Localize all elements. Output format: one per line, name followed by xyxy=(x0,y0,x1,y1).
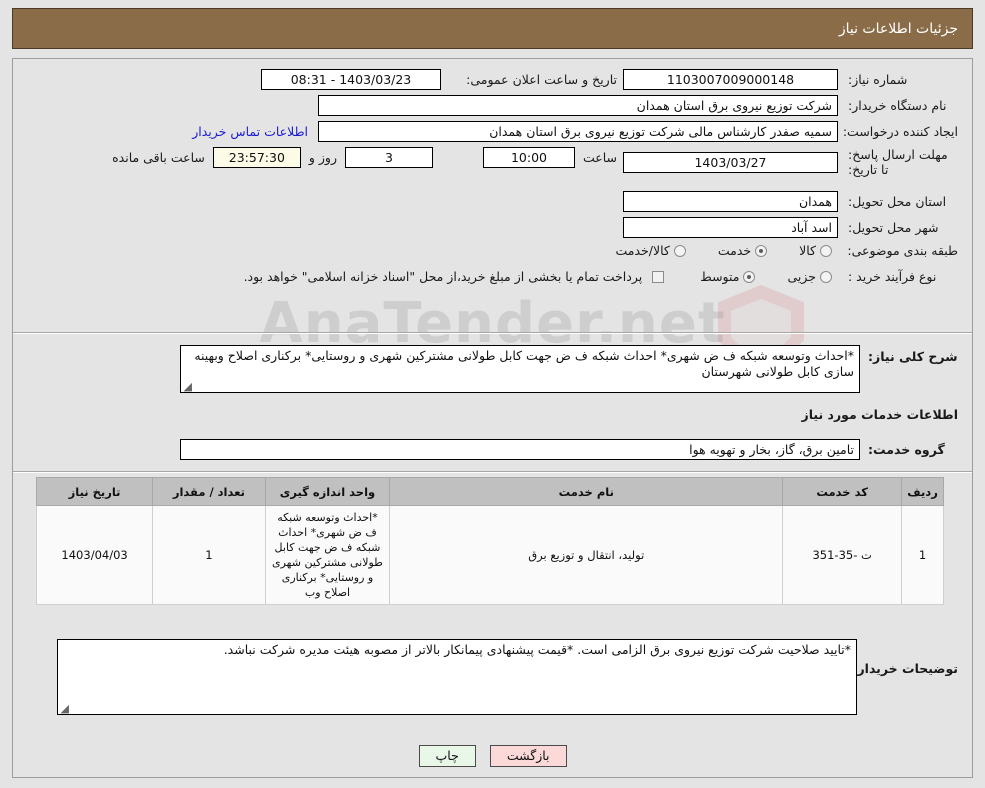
page-title: جزئیات اطلاعات نیاز xyxy=(838,20,958,37)
td-quantity: 1 xyxy=(152,505,266,605)
city-label: شهر محل تحویل: xyxy=(848,220,939,235)
treasury-bond-checkbox-wrap[interactable]: پرداخت تمام یا بخشی از مبلغ خرید،از محل … xyxy=(244,269,669,284)
deadline-date-value: 1403/03/27 xyxy=(623,151,838,173)
purchase-type-label: نوع فرآیند خرید : xyxy=(848,269,937,284)
buyer-notes-textarea[interactable]: *تایید صلاحیت شرکت توزیع نیروی برق الزام… xyxy=(57,639,857,715)
category-option-kala-khedmat[interactable]: کالا/خدمت xyxy=(615,243,689,258)
description-textarea[interactable]: *احداث وتوسعه شبکه ف ض شهری* احداث شبکه … xyxy=(180,345,860,393)
buyer-notes-label: توضیحات خریدار: xyxy=(852,661,958,676)
th-unit: واحد اندازه گیری xyxy=(264,477,391,506)
days-unit-label: روز و xyxy=(308,150,337,165)
service-group-label: گروه خدمت: xyxy=(868,442,945,457)
td-service-name: تولید، انتقال و توزیع برق xyxy=(389,505,784,605)
need-number-value: 1103007009000148 xyxy=(623,69,838,90)
td-need-date: 1403/04/03 xyxy=(35,505,154,605)
field-buyer-notes: توضیحات خریدار: *تایید صلاحیت شرکت توزیع… xyxy=(57,639,958,715)
th-index: ردیف xyxy=(901,477,944,506)
need-number-label: شماره نیاز: xyxy=(848,72,908,87)
field-buyer-org: نام دستگاه خریدار: شرکت توزیع نیروی برق … xyxy=(318,95,958,116)
province-value: همدان xyxy=(623,191,838,212)
radio-icon[interactable] xyxy=(820,270,832,283)
category-radio-group: کالا خدمت کالا/خدمت xyxy=(589,243,836,258)
th-need-date: تاریخ نیاز xyxy=(35,477,154,506)
hour-value: 10:00 xyxy=(482,147,575,168)
th-quantity: تعداد / مقدار xyxy=(152,477,266,506)
resize-grip-icon[interactable]: ◢ xyxy=(183,381,192,392)
radio-icon[interactable] xyxy=(755,244,768,257)
public-announce-value: 1403/03/23 - 08:31 xyxy=(261,69,441,90)
checkbox-icon[interactable] xyxy=(652,270,665,283)
section-divider-2 xyxy=(13,471,972,473)
services-heading: اطلاعات خدمات مورد نیاز xyxy=(801,407,959,422)
purchase-type-radio-group: جزیی متوسط xyxy=(674,269,836,284)
field-purchase-type: نوع فرآیند خرید : جزیی متوسط پرداخت تمام… xyxy=(218,269,958,284)
public-announce-label: تاریخ و ساعت اعلان عمومی: xyxy=(466,72,617,87)
field-public-announce: تاریخ و ساعت اعلان عمومی: 1403/03/23 - 0… xyxy=(261,69,617,90)
resize-grip-icon[interactable]: ◢ xyxy=(60,703,69,714)
countdown-timer-value: 23:57:30 xyxy=(212,147,301,168)
category-option-label: خدمت xyxy=(717,243,752,258)
buyer-org-label: نام دستگاه خریدار: xyxy=(848,98,947,113)
purchase-option-motevaset[interactable]: متوسط xyxy=(700,269,759,284)
requester-value: سمیه صفدر کارشناس مالی شرکت توزیع نیروی … xyxy=(318,121,838,142)
buyer-notes-text: *تایید صلاحیت شرکت توزیع نیروی برق الزام… xyxy=(223,642,851,657)
th-service-code: کد خدمت xyxy=(782,477,903,506)
buyer-org-value: شرکت توزیع نیروی برق استان همدان xyxy=(318,95,838,116)
footer-actions: بازگشت چاپ xyxy=(13,745,972,767)
radio-icon[interactable] xyxy=(820,244,832,257)
td-index: 1 xyxy=(901,505,944,605)
field-province: استان محل تحویل: همدان xyxy=(623,191,958,212)
details-frame: AnaTender.net شماره نیاز: 11030070090001… xyxy=(12,58,973,778)
category-option-label: کالا/خدمت xyxy=(615,243,670,258)
field-deadline-time: ساعت 10:00 3 روز و 23:57:30 ساعت باقی ما… xyxy=(112,147,617,168)
description-label: شرح کلی نیاز: xyxy=(868,349,958,364)
services-table: ردیف کد خدمت نام خدمت واحد اندازه گیری ت… xyxy=(35,477,944,605)
category-option-kala[interactable]: کالا xyxy=(799,243,836,258)
province-label: استان محل تحویل: xyxy=(848,194,947,209)
field-service-group: گروه خدمت: تامین برق، گاز، بخار و تهویه … xyxy=(180,439,958,460)
days-remaining-value: 3 xyxy=(344,147,433,168)
th-service-name: نام خدمت xyxy=(389,477,784,506)
treasury-bond-label: پرداخت تمام یا بخشی از مبلغ خرید،از محل … xyxy=(243,269,643,284)
table-row: 1 ت -35-351 تولید، انتقال و توزیع برق *ا… xyxy=(35,505,944,605)
services-heading-row: اطلاعات خدمات مورد نیاز xyxy=(802,407,959,422)
service-group-value: تامین برق، گاز، بخار و تهویه هوا xyxy=(180,439,860,460)
field-deadline: مهلت ارسال پاسخ: تا تاریخ: 1403/03/27 xyxy=(623,147,958,177)
category-option-label: کالا xyxy=(799,243,816,258)
field-city: شهر محل تحویل: اسد آباد xyxy=(623,217,958,238)
countdown-suffix-label: ساعت باقی مانده xyxy=(112,150,205,165)
purchase-option-label: جزیی xyxy=(787,269,816,284)
radio-icon[interactable] xyxy=(673,244,686,257)
td-service-code: ت -35-351 xyxy=(782,505,903,605)
print-button[interactable]: چاپ xyxy=(418,745,476,767)
deadline-label: مهلت ارسال پاسخ: تا تاریخ: xyxy=(848,147,948,177)
field-requester: ایجاد کننده درخواست: سمیه صفدر کارشناس م… xyxy=(192,121,958,142)
requester-label: ایجاد کننده درخواست: xyxy=(842,124,958,139)
back-button[interactable]: بازگشت xyxy=(489,745,567,767)
hour-label: ساعت xyxy=(582,150,617,165)
field-category: طبقه بندی موضوعی: کالا خدمت کالا/خدمت xyxy=(589,243,958,258)
purchase-option-label: متوسط xyxy=(700,269,740,284)
td-unit: *احداث وتوسعه شبکه ف ض شهری* احداث شبکه … xyxy=(264,505,391,605)
description-text: *احداث وتوسعه شبکه ف ض شهری* احداث شبکه … xyxy=(194,348,854,379)
category-option-khedmat[interactable]: خدمت xyxy=(718,243,771,258)
field-general-description: شرح کلی نیاز: *احداث وتوسعه شبکه ف ض شهر… xyxy=(180,345,958,393)
category-label: طبقه بندی موضوعی: xyxy=(847,243,958,258)
services-table-head: ردیف کد خدمت نام خدمت واحد اندازه گیری ت… xyxy=(35,477,944,506)
purchase-option-jozii[interactable]: جزیی xyxy=(787,269,836,284)
field-need-number: شماره نیاز: 1103007009000148 xyxy=(623,69,958,90)
services-table-body: 1 ت -35-351 تولید، انتقال و توزیع برق *ا… xyxy=(35,505,944,605)
radio-icon[interactable] xyxy=(743,270,756,283)
section-divider-1 xyxy=(13,332,972,334)
page-header: جزئیات اطلاعات نیاز xyxy=(12,8,973,49)
city-value: اسد آباد xyxy=(623,217,838,238)
page-root: جزئیات اطلاعات نیاز AnaTender.net شماره … xyxy=(0,0,985,788)
buyer-contact-link[interactable]: اطلاعات تماس خریدار xyxy=(192,124,308,139)
table-header-row: ردیف کد خدمت نام خدمت واحد اندازه گیری ت… xyxy=(35,477,944,506)
